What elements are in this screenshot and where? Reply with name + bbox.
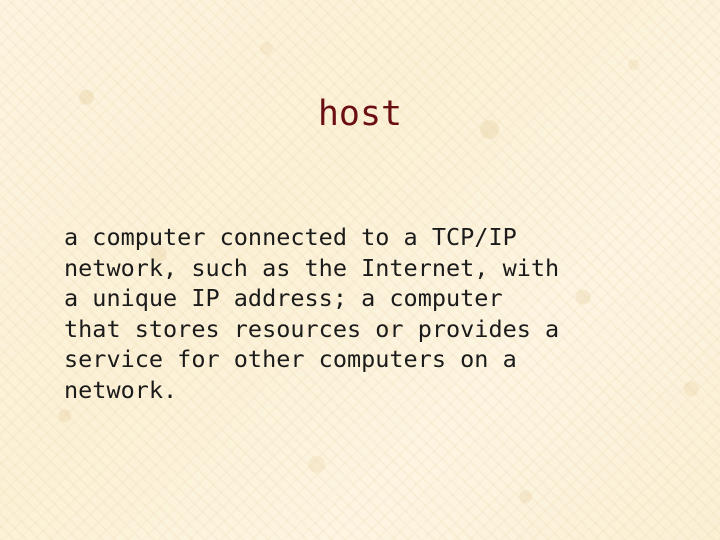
slide-canvas: host a computer connected to a TCP/IP ne… — [0, 0, 720, 540]
slide-body-text: a computer connected to a TCP/IP network… — [64, 223, 560, 404]
slide-title: host — [317, 94, 403, 134]
